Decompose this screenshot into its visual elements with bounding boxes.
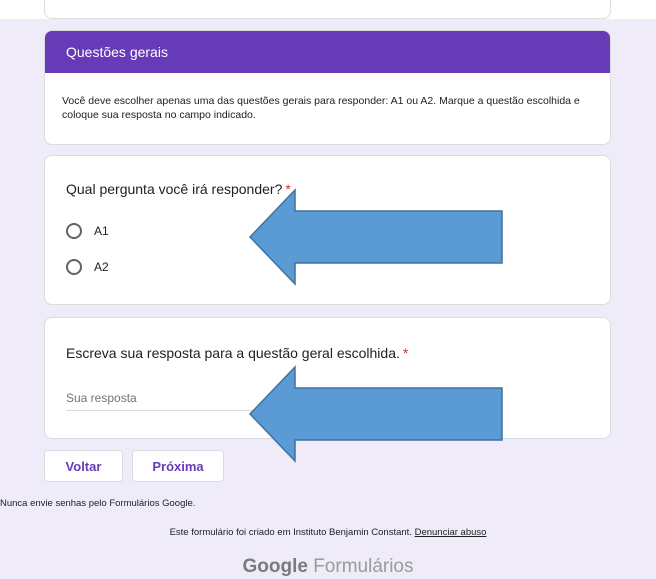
google-forms-logo: Google Formulários	[0, 556, 656, 578]
report-abuse-link[interactable]: Denunciar abuso	[415, 527, 487, 538]
question-title-text: Escreva sua resposta para a questão gera…	[66, 345, 400, 361]
form-origin-note: Este formulário foi criado em Instituto …	[0, 527, 656, 538]
brand-forms: Formulários	[313, 556, 414, 577]
radio-button[interactable]	[66, 223, 82, 239]
radio-button[interactable]	[66, 259, 82, 275]
previous-card-edge	[44, 0, 611, 19]
password-warning: Nunca envie senhas pelo Formulários Goog…	[0, 498, 196, 509]
left-arrow-icon	[248, 365, 503, 463]
radio-option-a2[interactable]: A2	[66, 259, 109, 275]
section-title: Questões gerais	[45, 31, 610, 73]
section-card: Questões gerais Você deve escolher apena…	[44, 30, 611, 145]
question-title: Escreva sua resposta para a questão gera…	[66, 345, 408, 361]
form-origin-text: Este formulário foi criado em Instituto …	[169, 527, 412, 538]
brand-google: Google	[242, 556, 308, 577]
section-description: Você deve escolher apenas uma das questõ…	[62, 95, 580, 121]
required-asterisk: *	[402, 345, 409, 361]
back-button[interactable]: Voltar	[44, 450, 123, 482]
next-button[interactable]: Próxima	[132, 450, 224, 482]
radio-label: A1	[94, 224, 109, 238]
radio-label: A2	[94, 260, 109, 274]
left-arrow-icon	[248, 188, 503, 286]
radio-option-a1[interactable]: A1	[66, 223, 109, 239]
